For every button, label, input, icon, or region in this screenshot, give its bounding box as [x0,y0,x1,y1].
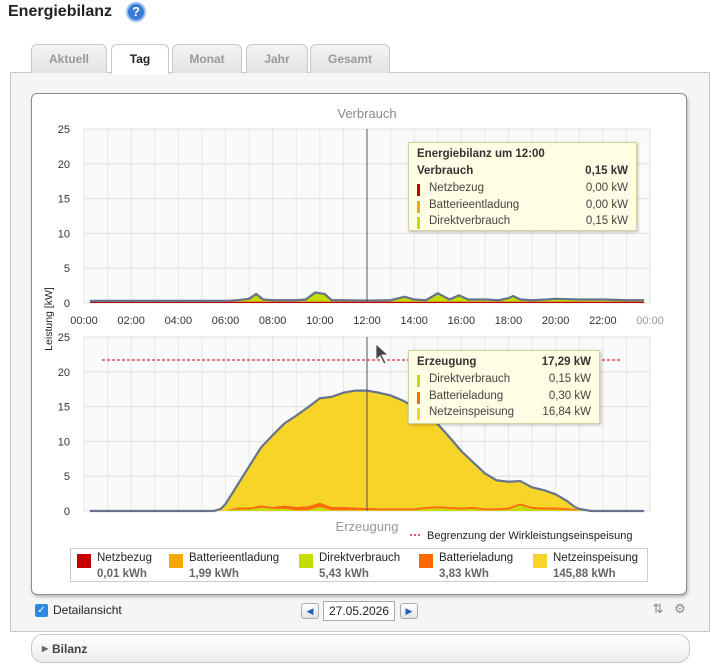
tooltip-consumption: Energiebilanz um 12:00 Verbrauch 0,15 kW … [408,142,637,231]
y-axis-label: Leistung [kW] [43,287,55,351]
legend-label: Netzbezug [97,552,152,564]
detail-checkbox[interactable]: ✓ [35,604,48,617]
next-day-button[interactable]: ▶ [400,603,418,619]
chart-legend: Netzbezug 0,01 kWh Batterieentladung 1,99 k… [70,548,648,582]
legend-label: Batterieladung [439,552,514,564]
legend-swatch [299,554,313,568]
x-tick-label: 20:00 [542,315,570,327]
tooltip-row: Netzeinspeisung 16,84 kW [417,406,591,422]
tooltip-title: Energiebilanz um 12:00 [417,148,545,160]
y-tick-label: 15 [58,194,70,206]
legend-value: 0,01 kWh [97,568,147,580]
x-tick-label: 02:00 [117,315,145,327]
y-tick-label: 10 [58,436,70,448]
tooltip-row-value: 0,00 kW [585,182,628,194]
tab-aktuell[interactable]: Aktuell [31,44,107,73]
tooltip-row-value: 0,00 kW [585,198,628,211]
chart-title-verbrauch: Verbrauch [337,106,396,121]
tooltip-header-label: Erzeugung [417,356,477,368]
x-tick-label: 08:00 [259,315,287,327]
x-tick-label: 04:00 [165,315,193,327]
legend-value: 5,43 kWh [319,568,369,580]
tooltip-row-value: 0,15 kW [585,215,628,227]
prev-day-button[interactable]: ◀ [301,603,319,619]
tooltip-row: Netzbezug 0,00 kW [417,182,628,198]
color-swatch [417,391,420,404]
limit-legend-label: Begrenzung der Wirkleistungseinspeisung [427,530,632,542]
chevron-right-icon: ▶ [42,644,49,653]
tab-tag[interactable]: Tag [111,44,169,74]
page-title: Energiebilanz [8,3,113,20]
color-swatch [417,200,420,213]
x-tick-label: 12:00 [353,315,381,327]
legend-label: Netzeinspeisung [553,552,639,564]
legend-swatch [419,554,433,568]
color-swatch [417,375,420,387]
x-tick-label: 22:00 [589,315,617,327]
y-tick-label: 20 [58,367,70,379]
tooltip-generation: Erzeugung 17,29 kW Direktverbrauch 0,15 kW… [408,350,600,424]
help-icon[interactable]: ? [126,2,146,22]
tooltip-row: Direktverbrauch 0,15 kW [417,373,591,389]
x-tick-label: 06:00 [212,315,240,327]
tab-gesamt[interactable]: Gesamt [310,44,390,73]
legend-label: Direktverbrauch [319,552,401,564]
legend-value: 3,83 kWh [439,568,489,580]
y-tick-label: 20 [58,159,70,171]
color-swatch [417,408,420,420]
detail-label[interactable]: Detailansicht [53,603,122,617]
x-tick-label: 00:00 [70,315,98,327]
y-tick-label: 25 [58,332,70,344]
x-tick-label: 18:00 [495,315,523,327]
date-field[interactable]: 27.05.2026 [323,601,395,621]
legend-value: 1,99 kWh [189,568,239,580]
tooltip-header-value: 17,29 kW [541,356,591,368]
color-swatch [417,217,420,229]
tooltip-row-label: Direktverbrauch [429,373,511,385]
tooltip-row-label: Netzbezug [429,182,484,194]
legend-swatch [169,554,183,568]
legend-swatch [77,554,91,568]
tooltip-header-label: Verbrauch [417,165,474,177]
x-tick-label: 00:00 [636,315,664,327]
x-tick-label: 14:00 [400,315,428,327]
x-tick-label: 10:00 [306,315,334,327]
y-tick-label: 25 [58,124,70,136]
tooltip-row: Direktverbrauch 0,15 kW [417,215,628,231]
tooltip-row-label: Batterieentladung [429,198,520,211]
tooltip-row-label: Direktverbrauch [429,215,511,227]
tooltip-row-value: 0,15 kW [548,373,591,385]
tooltip-header-value: 0,15 kW [585,165,628,177]
y-tick-label: 10 [58,228,70,240]
y-tick-label: 0 [64,506,70,518]
bilanz-section[interactable]: ▶ Bilanz [31,634,690,663]
y-tick-label: 5 [64,471,70,483]
legend-label: Batterieentladung [189,552,280,564]
gear-icon[interactable]: ⚙ [672,601,688,617]
y-tick-label: 15 [58,402,70,414]
tooltip-row-label: Netzeinspeisung [429,406,515,418]
chart-container: 0 5 10 15 20 25 0 5 10 15 20 25 Verbrauch Erzeugung 00… [31,93,687,595]
chart-title-erzeugung: Erzeugung [336,519,399,534]
tooltip-row-label: Batterieladung [429,389,504,402]
legend-value: 145,88 kWh [553,568,616,580]
tooltip-row-value: 0,30 kW [548,389,591,402]
legend-swatch [533,554,547,568]
y-tick-label: 0 [64,298,70,310]
tooltip-row: Batterieladung 0,30 kW [417,390,591,406]
color-swatch [417,184,420,196]
tooltip-row: Batterieentladung 0,00 kW [417,199,628,215]
y-tick-label: 5 [64,263,70,275]
tab-monat[interactable]: Monat [172,44,242,73]
tooltip-row-value: 16,84 kW [542,406,591,418]
sort-icon[interactable]: ⇅ [650,601,666,617]
x-tick-label: 16:00 [448,315,476,327]
bilanz-label: Bilanz [52,642,88,656]
tab-jahr[interactable]: Jahr [246,44,308,73]
